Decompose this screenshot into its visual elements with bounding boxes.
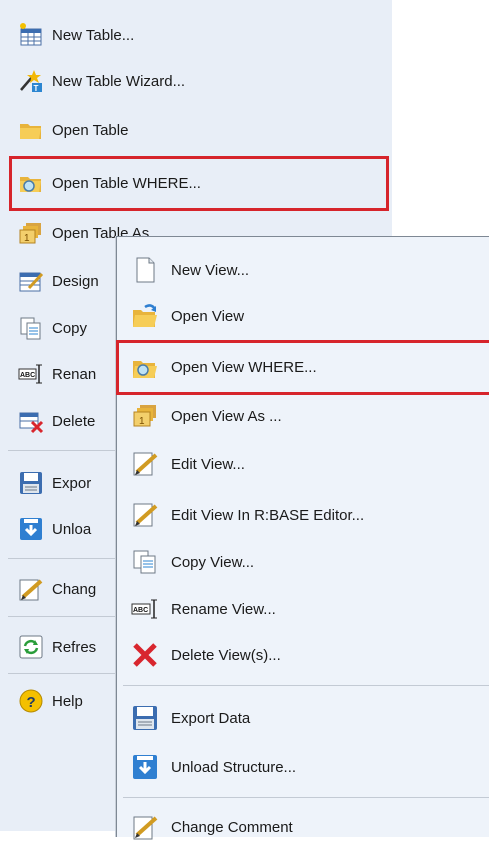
menu-item-open-table-where[interactable]: Open Table WHERE... bbox=[0, 161, 201, 205]
submenu-item-label: Copy View... bbox=[171, 553, 255, 571]
submenu-item-change-comment[interactable]: Change Comment bbox=[117, 805, 489, 849]
submenu-item-label: Export Data bbox=[171, 709, 251, 727]
menu-item-label: Unloa bbox=[52, 520, 92, 538]
submenu-item-copy-view[interactable]: Copy View... bbox=[117, 540, 489, 584]
pencil-icon bbox=[19, 579, 43, 601]
submenu-item-label: Open View WHERE... bbox=[171, 358, 317, 376]
delete-icon bbox=[19, 412, 44, 434]
submenu-item-unload-structure[interactable]: Unload Structure... bbox=[117, 745, 489, 789]
open-as-icon: 1 bbox=[133, 405, 156, 427]
menu-item-label: New Table... bbox=[52, 26, 135, 44]
view-submenu: New View... Open View Open View WHERE...… bbox=[116, 236, 489, 840]
copy-icon bbox=[133, 550, 156, 574]
refresh-icon bbox=[19, 635, 43, 659]
submenu-item-label: Open View As ... bbox=[171, 407, 282, 425]
floppy-icon bbox=[133, 706, 157, 730]
svg-text:?: ? bbox=[27, 694, 36, 711]
edit-icon bbox=[133, 503, 158, 527]
menu-item-delete[interactable]: Delete bbox=[0, 399, 95, 443]
rename-icon: ABC bbox=[18, 364, 42, 384]
menu-item-label: Open Table bbox=[52, 121, 129, 139]
menu-item-label: Chang bbox=[52, 580, 97, 598]
submenu-item-edit-view-rbase[interactable]: Edit View In R:BASE Editor... bbox=[117, 493, 489, 537]
submenu-item-label: Rename View... bbox=[171, 600, 276, 618]
menu-item-label: Expor bbox=[52, 474, 92, 492]
submenu-item-label: Unload Structure... bbox=[171, 758, 297, 776]
svg-text:1: 1 bbox=[24, 233, 30, 244]
submenu-item-delete-view[interactable]: Delete View(s)... bbox=[117, 633, 489, 677]
menu-item-label: Renan bbox=[52, 365, 97, 383]
submenu-item-label: New View... bbox=[171, 261, 250, 279]
edit-icon bbox=[133, 452, 158, 476]
menu-item-label: Help bbox=[52, 692, 83, 710]
submenu-item-label: Change Comment bbox=[171, 818, 293, 836]
menu-item-new-table[interactable]: New Table... bbox=[0, 13, 134, 57]
submenu-item-new-view[interactable]: New View... bbox=[117, 248, 489, 292]
menu-item-design[interactable]: Design bbox=[0, 259, 99, 303]
submenu-item-open-view-as[interactable]: 1 Open View As ... bbox=[117, 394, 489, 438]
svg-text:T: T bbox=[34, 84, 39, 93]
submenu-item-open-view[interactable]: Open View bbox=[117, 294, 489, 338]
new-document-icon bbox=[136, 257, 155, 283]
submenu-item-rename-view[interactable]: ABC Rename View... bbox=[117, 587, 489, 631]
menu-item-refresh[interactable]: Refres bbox=[0, 625, 96, 669]
folder-open-icon bbox=[133, 304, 157, 327]
menu-item-open-table[interactable]: Open Table bbox=[0, 108, 128, 152]
unload-icon bbox=[20, 518, 42, 540]
design-icon bbox=[19, 272, 44, 292]
menu-item-help[interactable]: ? Help bbox=[0, 679, 83, 723]
wizard-icon: T bbox=[20, 70, 42, 93]
submenu-item-label: Edit View In R:BASE Editor... bbox=[171, 506, 365, 524]
unload-icon bbox=[133, 755, 157, 779]
submenu-separator bbox=[123, 797, 489, 798]
submenu-item-open-view-where[interactable]: Open View WHERE... bbox=[117, 345, 489, 389]
folder-icon bbox=[20, 124, 41, 139]
menu-item-export[interactable]: Expor bbox=[0, 461, 91, 505]
submenu-item-label: Edit View... bbox=[171, 455, 245, 473]
menu-item-label: Design bbox=[52, 272, 99, 290]
folder-search-icon bbox=[133, 361, 157, 378]
submenu-item-label: Delete View(s)... bbox=[171, 646, 281, 664]
menu-item-label: Open Table WHERE... bbox=[52, 174, 201, 192]
help-icon: ? bbox=[19, 689, 43, 713]
new-table-icon bbox=[20, 23, 42, 46]
open-as-icon: 1 bbox=[19, 223, 41, 244]
menu-item-change[interactable]: Chang bbox=[0, 567, 96, 611]
menu-item-new-table-wizard[interactable]: T New Table Wizard... bbox=[0, 59, 185, 103]
delete-x-icon bbox=[133, 643, 157, 667]
rename-icon: ABC bbox=[131, 599, 157, 619]
submenu-item-edit-view[interactable]: Edit View... bbox=[117, 442, 489, 486]
menu-item-label: Copy bbox=[52, 319, 88, 337]
menu-item-unload[interactable]: Unloa bbox=[0, 507, 91, 551]
menu-item-label: New Table Wizard... bbox=[52, 72, 186, 90]
submenu-item-label: Open View bbox=[171, 307, 245, 325]
folder-search-icon bbox=[20, 177, 41, 192]
copy-icon bbox=[20, 317, 41, 340]
svg-text:ABC: ABC bbox=[133, 607, 148, 614]
submenu-separator bbox=[123, 685, 489, 686]
floppy-icon bbox=[20, 472, 42, 494]
menu-item-copy[interactable]: Copy bbox=[0, 306, 87, 350]
submenu-item-export-data[interactable]: Export Data bbox=[117, 696, 489, 740]
pencil-icon bbox=[133, 816, 158, 840]
svg-text:ABC: ABC bbox=[20, 372, 35, 379]
svg-text:1: 1 bbox=[139, 416, 145, 427]
menu-item-label: Delete bbox=[52, 412, 96, 430]
menu-item-rename[interactable]: ABC Renan bbox=[0, 352, 96, 396]
menu-item-label: Refres bbox=[52, 638, 97, 656]
